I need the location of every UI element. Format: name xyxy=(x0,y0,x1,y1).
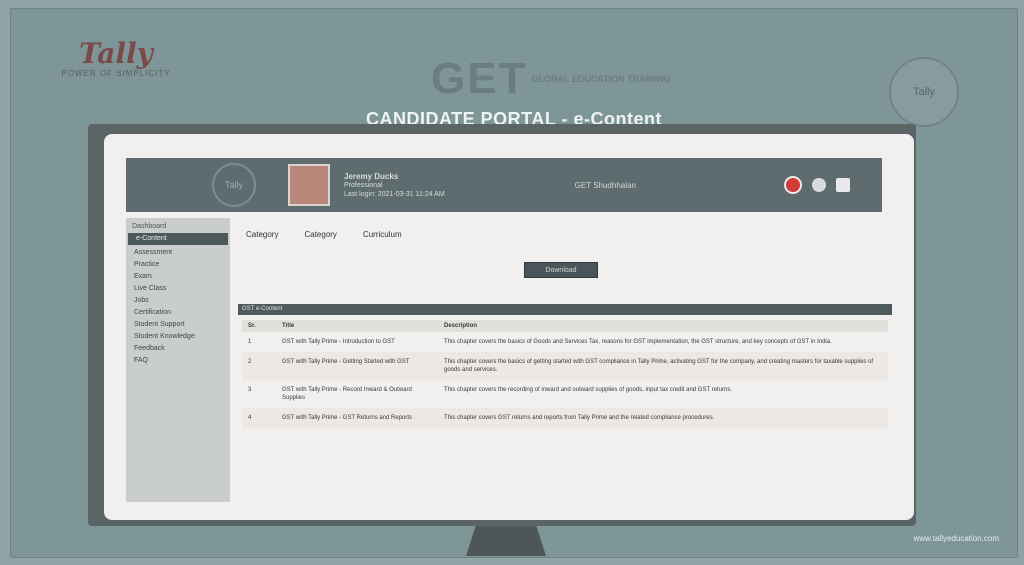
monitor-stand xyxy=(466,526,546,556)
table-row[interactable]: 2 GST with Tally Prime - Getting Started… xyxy=(242,352,888,380)
sidebar-item-exam[interactable]: Exam xyxy=(126,271,230,283)
avatar[interactable] xyxy=(288,164,330,206)
sidebar-item-certification[interactable]: Certification xyxy=(126,307,230,319)
tab-curriculum[interactable]: Curriculum xyxy=(363,230,402,241)
main-content: Category Category Curriculum Download GS… xyxy=(238,218,892,508)
row-title[interactable]: GST with Tally Prime - GST Returns and R… xyxy=(276,408,438,428)
sidebar-item-student-knowledge[interactable]: Student Knowledge xyxy=(126,331,230,343)
content-table: Sr. Title Description 1 GST with Tally P… xyxy=(242,320,888,428)
section-title: GST e-Content xyxy=(238,304,892,315)
row-title[interactable]: GST with Tally Prime - Getting Started w… xyxy=(276,352,438,380)
row-description: This chapter covers the basics of Goods … xyxy=(444,339,832,345)
user-info: Jeremy Ducks Professional Last login: 20… xyxy=(344,172,445,199)
get-logo-sub: GLOBAL EDUCATION TRAINING xyxy=(531,73,671,84)
tally-logo-word: Tally xyxy=(79,37,153,70)
sidebar-item-assessment[interactable]: Assessment xyxy=(126,247,230,259)
tab-bar: Category Category Curriculum xyxy=(246,230,888,241)
sidebar-heading[interactable]: Dashboard xyxy=(126,222,230,231)
get-logo-word: GET xyxy=(431,54,528,103)
row-sn: 2 xyxy=(242,352,276,380)
col-header-sn: Sr. xyxy=(242,320,276,332)
bell-icon[interactable] xyxy=(812,178,826,192)
message-icon[interactable] xyxy=(836,178,850,192)
sidebar-item-practice[interactable]: Practice xyxy=(126,259,230,271)
header-icons xyxy=(784,176,850,194)
monitor-screen: Tally Jeremy Ducks Professional Last log… xyxy=(104,134,914,520)
row-description: This chapter covers the recording of inw… xyxy=(444,387,733,393)
get-logo: GET GLOBAL EDUCATION TRAINING xyxy=(431,49,671,109)
footer-url: www.tallyeducation.com xyxy=(913,534,999,543)
download-button[interactable]: Download xyxy=(524,262,598,278)
tally-logo: Tally POWER OF SIMPLICITY xyxy=(41,37,191,79)
row-sn: 1 xyxy=(248,339,252,345)
table-row[interactable]: 1 GST with Tally Prime - Introduction to… xyxy=(242,332,888,352)
user-name: Jeremy Ducks xyxy=(344,171,399,181)
row-description: This chapter covers GST returns and repo… xyxy=(438,408,888,428)
app-header: Tally Jeremy Ducks Professional Last log… xyxy=(126,158,882,212)
sidebar-item-econtent[interactable]: e-Content xyxy=(128,233,228,245)
table-row[interactable]: 4 GST with Tally Prime - GST Returns and… xyxy=(242,408,888,428)
tab-category-2[interactable]: Category xyxy=(304,230,336,241)
table-header-row: Sr. Title Description xyxy=(242,320,888,332)
row-sn: 4 xyxy=(242,408,276,428)
col-header-description: Description xyxy=(438,320,888,332)
user-meta: Last login: 2021-03-31 11:24 AM xyxy=(344,190,445,198)
sidebar-item-faq[interactable]: FAQ xyxy=(126,355,230,367)
header-logo-icon[interactable]: Tally xyxy=(212,163,256,207)
sidebar-item-feedback[interactable]: Feedback xyxy=(126,343,230,355)
row-title[interactable]: GST with Tally Prime - Introduction to G… xyxy=(276,332,438,352)
row-description: This chapter covers the basics of gettin… xyxy=(438,352,888,380)
user-role: Professional xyxy=(344,181,383,189)
header-center-text: GET Shudhhalan xyxy=(574,180,636,190)
col-header-title: Title xyxy=(276,320,438,332)
tally-tagline: POWER OF SIMPLICITY xyxy=(61,69,171,78)
tab-category-1[interactable]: Category xyxy=(246,230,278,241)
table-row[interactable]: 3 GST with Tally Prime - Record Inward &… xyxy=(242,380,888,408)
sidebar: Dashboard e-Content Assessment Practice … xyxy=(126,218,230,502)
power-icon[interactable] xyxy=(784,176,802,194)
sidebar-item-student-support[interactable]: Student Support xyxy=(126,319,230,331)
sidebar-item-live-class[interactable]: Live Class xyxy=(126,283,230,295)
row-title[interactable]: GST with Tally Prime - Record Inward & O… xyxy=(276,380,438,408)
sidebar-item-jobs[interactable]: Jobs xyxy=(126,295,230,307)
row-sn: 3 xyxy=(248,387,252,393)
